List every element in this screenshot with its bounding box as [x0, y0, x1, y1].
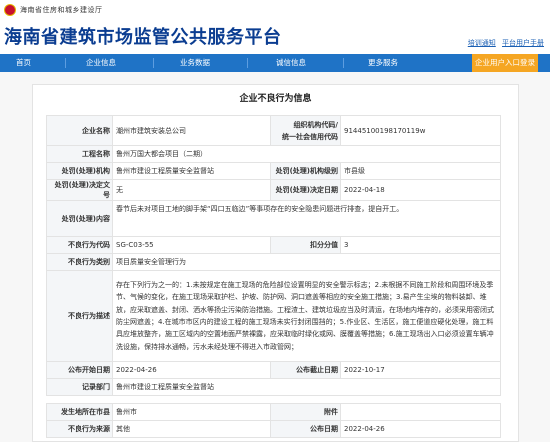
nav-business-data[interactable]: 业务数据 — [180, 54, 210, 72]
org-name: 海南省住房和城乡建设厅 — [20, 6, 103, 14]
spacer-row — [46, 395, 501, 404]
nav-more-services[interactable]: 更多服务 — [368, 54, 398, 72]
nav-divider — [247, 58, 248, 68]
company-name: 潮州市建筑安装总公司 — [112, 115, 271, 146]
decision-no: 无 — [112, 179, 271, 201]
table-row: 不良行为类别 项目质量安全管理行为 — [46, 253, 501, 271]
location: 鲁州市 — [112, 403, 271, 421]
violation-code: SG-C03-55 — [112, 236, 271, 254]
published-label: 公布日期 — [270, 420, 341, 438]
decision-no-label: 处罚(处理)决定文号 — [46, 179, 113, 201]
table-row: 不良行为来源 其他 公布日期 2022-04-26 — [46, 420, 501, 438]
handler-label: 处罚(处理)机构 — [46, 162, 113, 180]
table-row: 发生地所在市县 鲁州市 附件 — [46, 403, 501, 421]
violation-description: 存在下列行为之一的：1.未按规定在施工现场的危险部位设置明显的安全警示标志；2.… — [112, 270, 501, 362]
main-nav: 首页 企业信息 业务数据 诚信信息 更多服务 企业用户入口登录 — [0, 54, 550, 72]
violation-category: 项目质量安全管理行为 — [112, 253, 501, 271]
nav-enterprise-info[interactable]: 企业信息 — [86, 54, 116, 72]
content-label: 处罚(处理)内容 — [46, 200, 113, 237]
table-row: 企业名称 潮州市建筑安装总公司 组织机构代码/统一社会信用代码 91445100… — [46, 115, 501, 146]
site-header: 海南省住房和城乡建设厅 海南省建筑市场监管公共服务平台 培训通知 平台用户手册 — [0, 0, 550, 54]
attachment-label: 附件 — [270, 403, 341, 421]
enterprise-login-button[interactable]: 企业用户入口登录 — [472, 54, 538, 72]
user-manual-link[interactable]: 平台用户手册 — [502, 39, 544, 47]
table-row: 公布开始日期 2022-04-26 公布截止日期 2022-10-17 — [46, 361, 501, 379]
table-row: 处罚(处理)机构 鲁州市建设工程质量安全监督站 处罚(处理)机构级别 市县级 — [46, 162, 501, 180]
violation-source: 其他 — [112, 420, 271, 438]
table-row: 不良行为描述 存在下列行为之一的：1.未按规定在施工现场的危险部位设置明显的安全… — [46, 270, 501, 362]
row-spacer — [46, 395, 501, 404]
publish-start: 2022-04-26 — [112, 361, 271, 379]
table-row: 记录部门 鲁州市建设工程质量安全监督站 — [46, 378, 501, 396]
penalty-content: 春节后未对项目工地的脚手架“四口五临边”等事项存在的安全隐患问题进行排查，提自开… — [112, 200, 501, 237]
description-label: 不良行为描述 — [46, 270, 113, 362]
table-row: 处罚(处理)内容 春节后未对项目工地的脚手架“四口五临边”等事项存在的安全隐患问… — [46, 200, 501, 237]
code-label: 不良行为代码 — [46, 236, 113, 254]
points-value: 3 — [340, 236, 501, 254]
government-emblem-icon — [4, 4, 16, 16]
nav-divider — [343, 58, 344, 68]
decision-date-label: 处罚(处理)决定日期 — [270, 179, 341, 201]
attachment[interactable] — [340, 403, 501, 421]
nav-credit-info[interactable]: 诚信信息 — [276, 54, 306, 72]
handler-level-label: 处罚(处理)机构级别 — [270, 162, 341, 180]
platform-title: 海南省建筑市场监管公共服务平台 — [4, 27, 282, 48]
company-name-label: 企业名称 — [46, 115, 113, 146]
nav-home[interactable]: 首页 — [16, 54, 31, 72]
table-row: 处罚(处理)决定文号 无 处罚(处理)决定日期 2022-04-18 — [46, 179, 501, 201]
publish-end: 2022-10-17 — [340, 361, 501, 379]
info-panel: 企业不良行为信息 企业名称 潮州市建筑安装总公司 组织机构代码/统一社会信用代码… — [32, 84, 519, 442]
recorder: 鲁州市建设工程质量安全监督站 — [112, 378, 501, 396]
location-label: 发生地所在市县 — [46, 403, 113, 421]
publish-end-label: 公布截止日期 — [270, 361, 341, 379]
source-label: 不良行为来源 — [46, 420, 113, 438]
published-date: 2022-04-26 — [340, 420, 501, 438]
handler: 鲁州市建设工程质量安全监督站 — [112, 162, 271, 180]
publish-start-label: 公布开始日期 — [46, 361, 113, 379]
nav-divider — [65, 58, 66, 68]
project-name: 鲁州万国大都会项目（二期） — [112, 145, 501, 163]
nav-divider — [153, 58, 154, 68]
org-code-label: 组织机构代码/统一社会信用代码 — [270, 115, 341, 146]
violation-table: 企业名称 潮州市建筑安装总公司 组织机构代码/统一社会信用代码 91445100… — [46, 115, 501, 438]
recorder-label: 记录部门 — [46, 378, 113, 396]
category-label: 不良行为类别 — [46, 253, 113, 271]
table-row: 不良行为代码 SG-C03-55 扣分分值 3 — [46, 236, 501, 254]
project-label: 工程名称 — [46, 145, 113, 163]
table-row: 工程名称 鲁州万国大都会项目（二期） — [46, 145, 501, 163]
org-code: 91445100198170119w — [340, 115, 501, 146]
top-links: 培训通知 平台用户手册 — [464, 38, 544, 48]
decision-date: 2022-04-18 — [340, 179, 501, 201]
panel-title: 企业不良行为信息 — [239, 94, 312, 104]
handler-level: 市县级 — [340, 162, 501, 180]
training-notice-link[interactable]: 培训通知 — [468, 39, 496, 47]
points-label: 扣分分值 — [270, 236, 341, 254]
